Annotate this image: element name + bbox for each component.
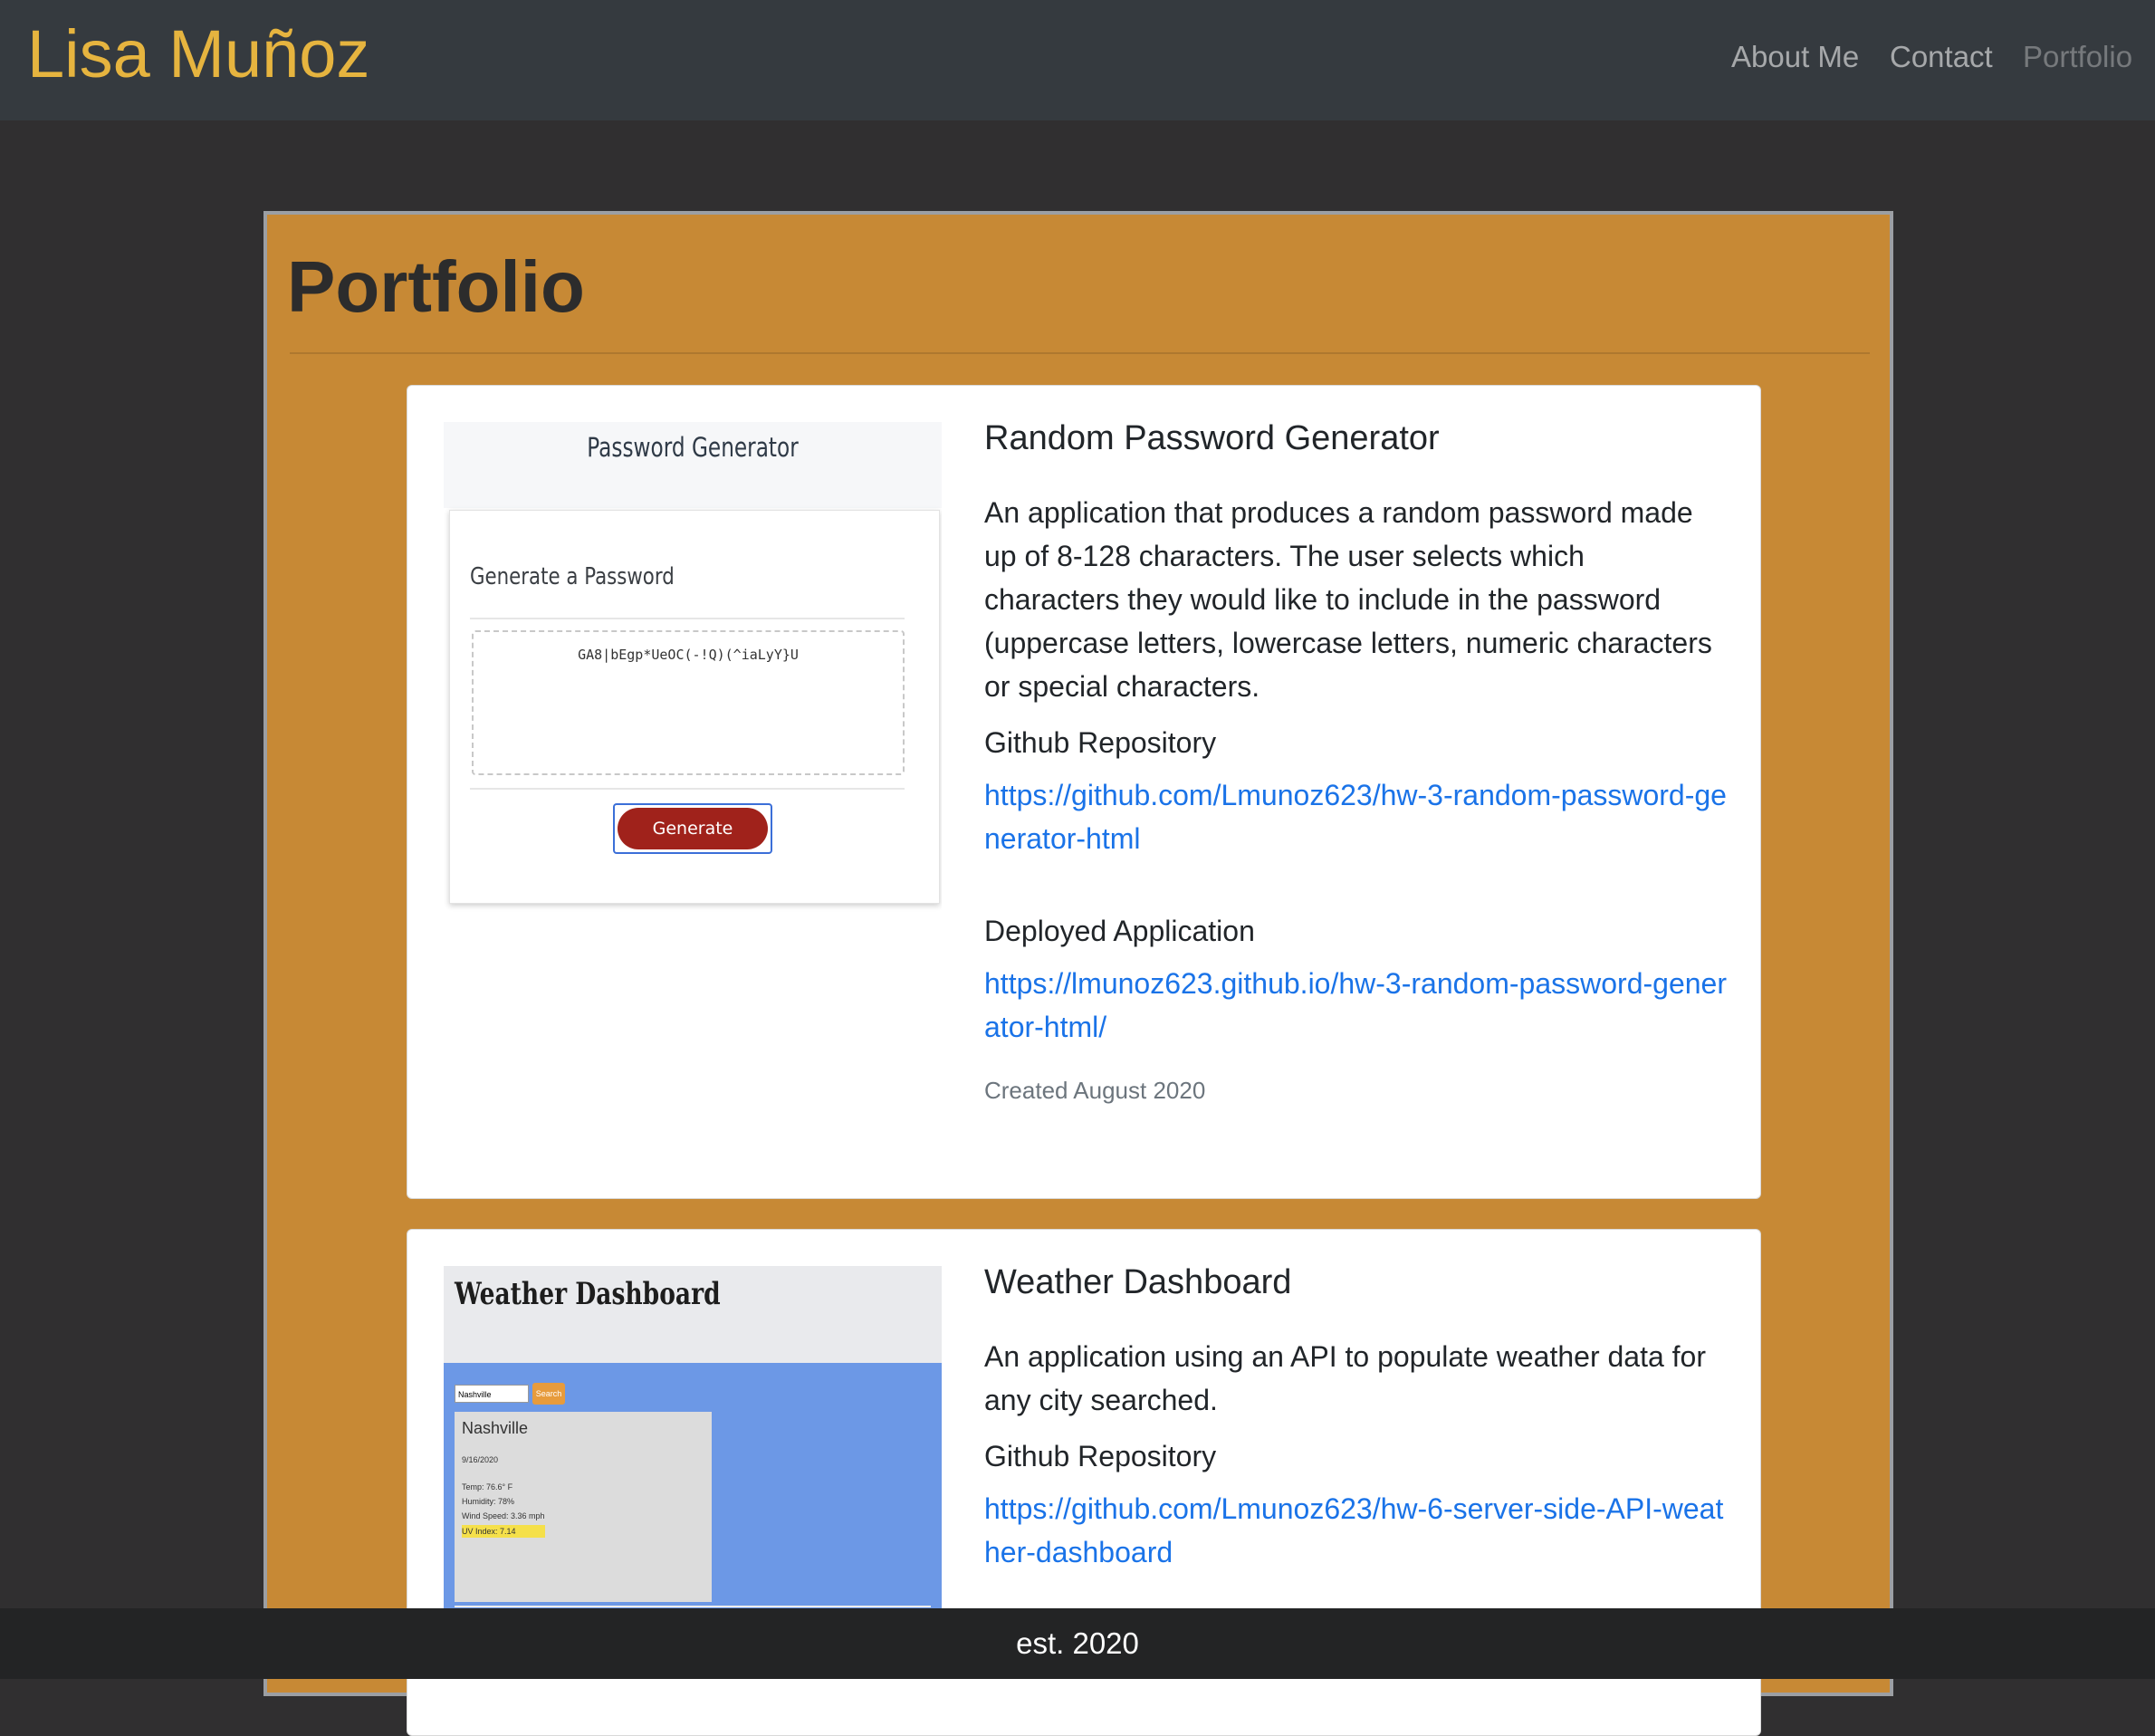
password-generator-thumbnail: Password Generator Generate a Password G… bbox=[444, 422, 942, 929]
deploy-link[interactable]: https://lmunoz623.github.io/hw-3-random-… bbox=[984, 962, 1727, 1049]
thumbnail-header-title: Weather Dashboard bbox=[455, 1276, 721, 1312]
repo-heading: Github Repository bbox=[984, 1440, 1217, 1472]
thumbnail-search-input: Nashville bbox=[455, 1385, 529, 1403]
deploy-heading: Deployed Application bbox=[984, 915, 1255, 947]
thumbnail-generate-label: Generate Password bbox=[618, 808, 768, 880]
thumbnail-card-title: Generate a Password bbox=[470, 563, 675, 590]
nav-link-about-me[interactable]: About Me bbox=[1731, 34, 1859, 80]
nav-link-portfolio[interactable]: Portfolio bbox=[2023, 34, 2132, 80]
project-card-body: Random Password Generator An application… bbox=[984, 413, 1727, 1108]
thumbnail-weather-card: Nashville 9/16/2020 Temp: 76.6° F Humidi… bbox=[455, 1412, 712, 1602]
footer: est. 2020 bbox=[0, 1608, 2155, 1679]
thumbnail-temp: Temp: 76.6° F bbox=[462, 1482, 513, 1491]
title-divider bbox=[290, 352, 1870, 354]
footer-text: est. 2020 bbox=[1016, 1626, 1139, 1660]
weather-dashboard-thumbnail: Weather Dashboard Nashville Search Nashv… bbox=[444, 1266, 942, 1646]
thumbnail-password-text: GA8|bEgp*UeOC(-!Q)(^iaLyY}U bbox=[578, 647, 799, 663]
project-title: Weather Dashboard bbox=[984, 1263, 1292, 1301]
thumbnail-generate-button: Generate Password bbox=[613, 803, 772, 880]
thumbnail-header: Weather Dashboard bbox=[444, 1266, 942, 1363]
navbar: Lisa Muñoz About Me Contact Portfolio bbox=[0, 0, 2155, 120]
thumbnail-card: Generate a Password GA8|bEgp*UeOC(-!Q)(^… bbox=[449, 510, 940, 904]
thumbnail-humidity: Humidity: 78% bbox=[462, 1497, 515, 1506]
created-date: Created August 2020 bbox=[984, 1077, 1206, 1104]
thumbnail-divider bbox=[470, 618, 905, 619]
thumbnail-divider bbox=[470, 788, 905, 790]
project-card-password-generator: Password Generator Generate a Password G… bbox=[407, 385, 1761, 1199]
repo-link[interactable]: https://github.com/Lmunoz623/hw-6-server… bbox=[984, 1487, 1727, 1574]
thumbnail-search-button: Search bbox=[532, 1383, 565, 1405]
repo-heading: Github Repository bbox=[984, 726, 1217, 759]
thumbnail-date: 9/16/2020 bbox=[462, 1455, 499, 1464]
nav-link-contact[interactable]: Contact bbox=[1890, 34, 1993, 80]
repo-link[interactable]: https://github.com/Lmunoz623/hw-3-random… bbox=[984, 773, 1727, 860]
page-title: Portfolio bbox=[287, 246, 585, 327]
thumbnail-uv: UV Index: 7.14 bbox=[462, 1525, 545, 1538]
thumbnail-password-box: GA8|bEgp*UeOC(-!Q)(^iaLyY}U bbox=[472, 630, 905, 775]
thumbnail-divider bbox=[455, 1606, 931, 1607]
project-description: An application that produces a random pa… bbox=[984, 496, 1712, 703]
thumbnail-city: Nashville bbox=[462, 1419, 529, 1437]
project-card-body: Weather Dashboard An application using a… bbox=[984, 1257, 1727, 1574]
project-description: An application using an API to populate … bbox=[984, 1340, 1706, 1416]
thumbnail-header: Password Generator bbox=[444, 422, 942, 508]
brand-link[interactable]: Lisa Muñoz bbox=[27, 9, 369, 100]
thumbnail-body: Nashville Search Nashville 9/16/2020 Tem… bbox=[444, 1363, 942, 1635]
thumbnail-header-title: Password Generator bbox=[587, 432, 799, 463]
project-title: Random Password Generator bbox=[984, 419, 1440, 457]
thumbnail-wind: Wind Speed: 3.36 mph bbox=[462, 1511, 545, 1520]
portfolio-panel: Portfolio Password Generator Generate a … bbox=[263, 211, 1893, 1736]
